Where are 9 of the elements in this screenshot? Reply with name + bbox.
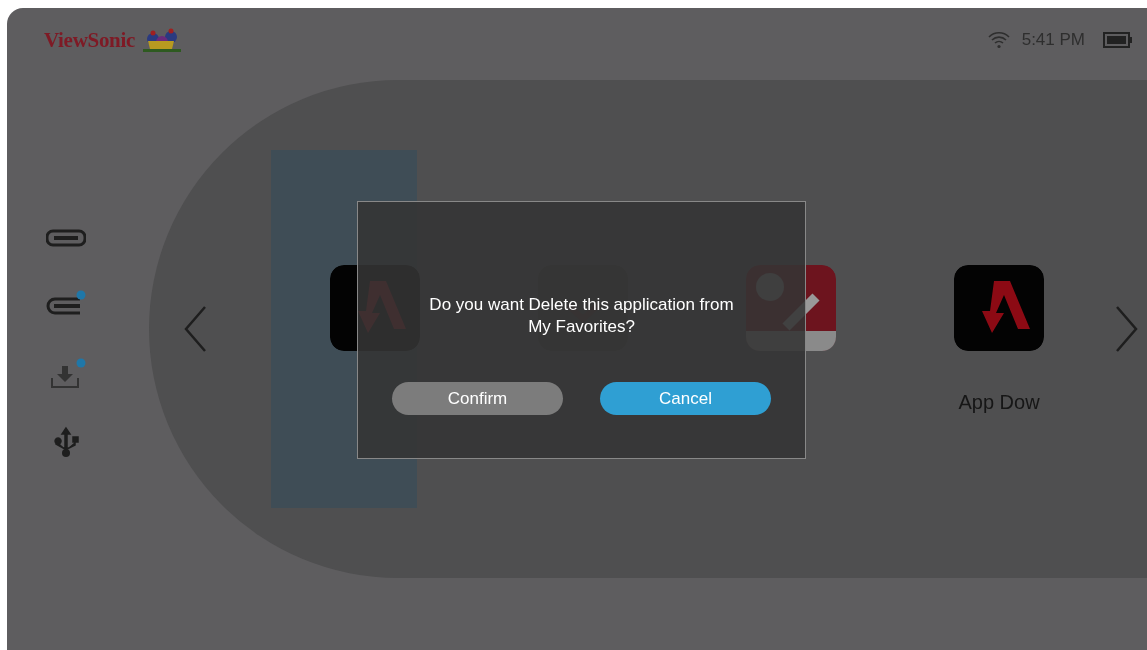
wifi-icon [987,31,1010,49]
battery-icon [1103,32,1133,48]
dialog-message: Do you want Delete this application from My Favorites? [428,294,735,338]
dialog-button[interactable]: Cancel [600,382,771,415]
birds-logo-icon [141,27,184,53]
app-label: App Dow [958,391,1040,414]
app-download-icon[interactable] [954,265,1044,351]
brand-logo: ViewSonic [44,28,136,53]
dialog-button[interactable]: Confirm [392,382,563,415]
